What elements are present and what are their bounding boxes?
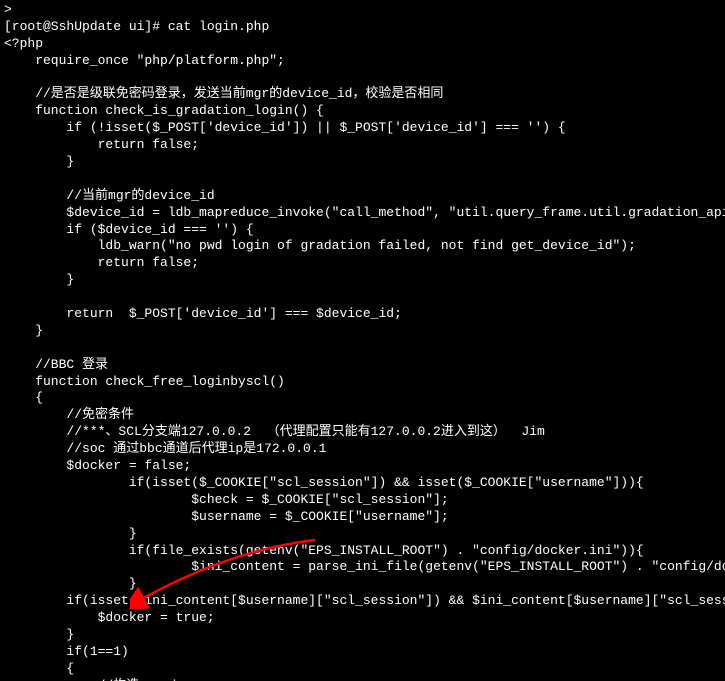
shell-prompt: > [root@SshUpdate ui]# cat login.php (4, 2, 269, 34)
terminal-output: > [root@SshUpdate ui]# cat login.php <?p… (0, 0, 725, 681)
file-content: <?php require_once "php/platform.php"; /… (4, 36, 725, 681)
